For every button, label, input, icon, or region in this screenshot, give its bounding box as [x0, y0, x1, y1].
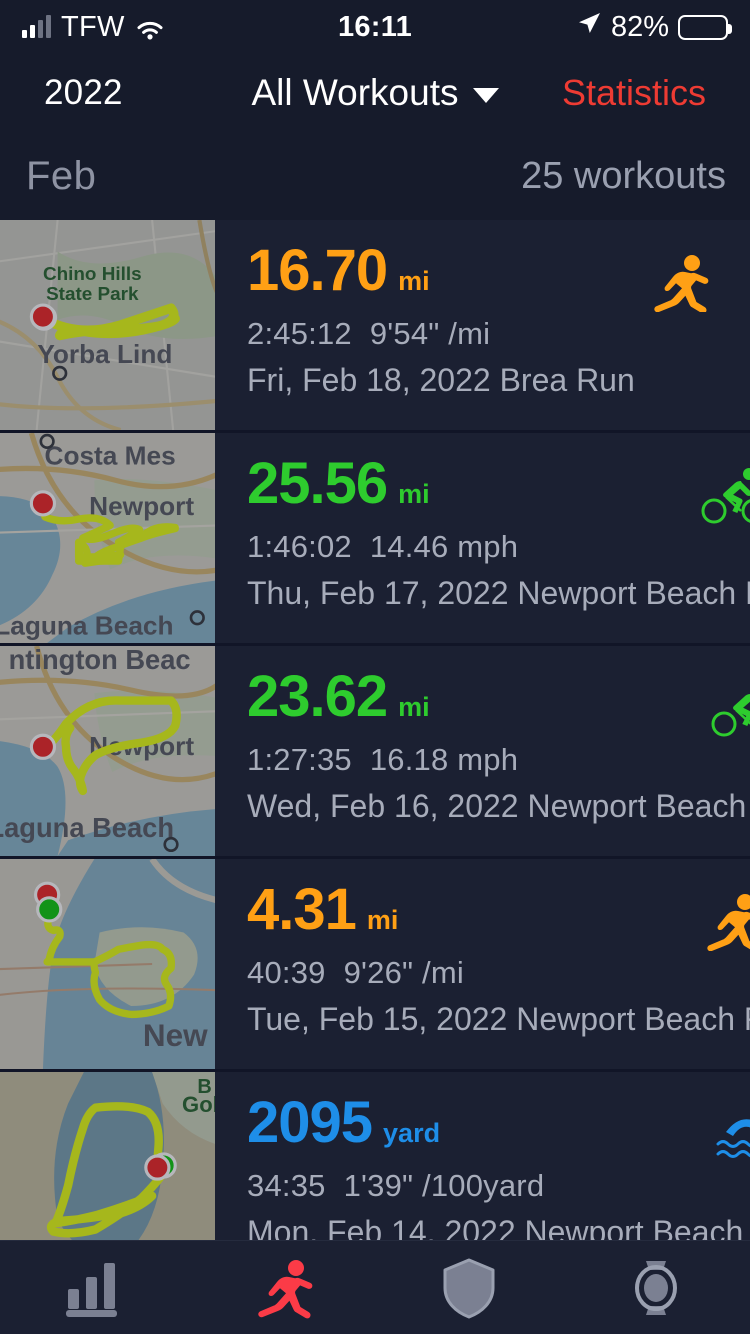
distance-value: 25.56	[247, 451, 388, 516]
duration-value: 1:46:02	[247, 529, 352, 564]
nav-title-label: All Workouts	[251, 72, 459, 113]
metrics-line: 34:35 1'39" /100yard	[247, 1168, 750, 1204]
duration-value: 1:27:35	[247, 742, 352, 777]
date-and-title-line: Mon, Feb 14, 2022 Newport Beach Op...	[247, 1214, 750, 1240]
workout-count-label: 25 workouts	[521, 154, 726, 197]
map-overlay-veil	[0, 859, 215, 1069]
map-overlay-veil	[0, 433, 215, 643]
month-label: Feb	[26, 153, 97, 198]
route-map-thumbnail[interactable]: ntington Beac Newport Laguna Beach	[0, 646, 215, 856]
route-map-thumbnail[interactable]: New	[0, 859, 215, 1069]
location-arrow-icon	[576, 10, 602, 44]
workout-date: Fri, Feb 18, 2022	[247, 362, 491, 398]
workout-details: 23.62 mi 1:27:35 16.18 mph Wed, Feb 16, 2…	[215, 646, 750, 856]
chevron-down-icon	[472, 88, 499, 103]
swimming-icon	[716, 1106, 750, 1164]
battery-icon	[678, 14, 732, 40]
month-section-header: Feb 25 workouts	[0, 132, 750, 220]
date-and-title-line: Tue, Feb 15, 2022 Newport Beach Run	[247, 1001, 750, 1038]
cellular-bars-icon	[22, 15, 51, 38]
metrics-line: 1:27:35 16.18 mph	[247, 742, 750, 778]
tab-workouts[interactable]	[188, 1241, 376, 1334]
map-overlay-veil	[0, 1072, 215, 1240]
bar-chart-icon	[62, 1257, 126, 1319]
tab-bar	[0, 1240, 750, 1334]
workout-date: Mon, Feb 14, 2022	[247, 1214, 516, 1240]
workout-details: 2095 yard 34:35 1'39" /100yard Mon, Feb 1…	[215, 1072, 750, 1240]
statistics-button[interactable]: Statistics	[562, 72, 706, 114]
workout-date: Thu, Feb 17, 2022	[247, 575, 509, 611]
running-icon	[248, 1257, 314, 1319]
date-and-title-line: Wed, Feb 16, 2022 Newport Beach Bike	[247, 788, 750, 825]
status-bar-left: TFW	[22, 11, 165, 44]
distance-value: 16.70	[247, 238, 388, 303]
cycling-icon	[701, 467, 750, 525]
distance-value: 23.62	[247, 664, 388, 729]
distance-value: 2095	[247, 1090, 373, 1155]
metrics-line: 1:46:02 14.46 mph	[247, 529, 750, 565]
distance-unit: yard	[383, 1118, 441, 1148]
workout-row[interactable]: Chino Hills State Park Yorba Lind 16.70 …	[0, 220, 750, 430]
workout-row[interactable]: ntington Beac Newport Laguna Beach 23.62…	[0, 646, 750, 856]
map-overlay-veil	[0, 646, 215, 856]
distance-unit: mi	[366, 905, 399, 935]
workout-date: Tue, Feb 15, 2022	[247, 1001, 508, 1037]
running-icon	[697, 893, 750, 952]
cycling-icon	[711, 680, 750, 738]
app-screen: TFW 16:11 82% 2022 All Workouts Statisti…	[0, 0, 750, 1334]
distance-line: 4.31 mi	[247, 881, 750, 939]
workout-title: Newport Beach Bike	[527, 788, 750, 824]
distance-line: 25.56 mi	[247, 455, 750, 513]
nav-bar: 2022 All Workouts Statistics	[0, 54, 750, 132]
date-and-title-line: Thu, Feb 17, 2022 Newport Beach Bike	[247, 575, 750, 612]
workout-row[interactable]: B Gol 2095 yard 34:351'39" /100yard Mon,	[0, 1072, 750, 1240]
distance-line: 23.62 mi	[247, 668, 750, 726]
pace-value: 16.18 mph	[369, 742, 519, 777]
workout-details: 25.56 mi 1:46:02 14.46 mph Thu, Feb 17, 2…	[215, 433, 750, 643]
pace-value: 9'54" /mi	[369, 316, 491, 351]
route-map-thumbnail[interactable]: Costa Mes Newport Laguna Beach	[0, 433, 215, 643]
distance-unit: mi	[398, 266, 430, 296]
workout-date: Wed, Feb 16, 2022	[247, 788, 519, 824]
wifi-icon	[135, 16, 165, 40]
date-and-title-line: Fri, Feb 18, 2022 Brea Run	[247, 362, 750, 399]
workout-row[interactable]: Costa Mes Newport Laguna Beach 25.56 mi	[0, 433, 750, 643]
metrics-line: 40:39 9'26" /mi	[247, 955, 750, 991]
workout-title: Newport Beach Run	[516, 1001, 750, 1037]
map-overlay-veil	[0, 220, 215, 430]
distance-line: 2095 yard	[247, 1094, 750, 1152]
duration-value: 34:35	[247, 1168, 326, 1203]
pace-value: 9'26" /mi	[343, 955, 464, 990]
route-map-thumbnail[interactable]: Chino Hills State Park Yorba Lind	[0, 220, 215, 430]
pace-value: 14.46 mph	[369, 529, 519, 564]
workout-details: 16.70 mi 2:45:12 9'54" /mi Fri, Feb 18, 2…	[215, 220, 750, 430]
workout-list[interactable]: Chino Hills State Park Yorba Lind 16.70 …	[0, 220, 750, 1240]
status-bar-right: 82%	[576, 10, 732, 44]
workout-details: 4.31 mi 40:39 9'26" /mi Tue, Feb 15, 2022…	[215, 859, 750, 1069]
workout-title: Newport Beach Bike	[517, 575, 750, 611]
distance-unit: mi	[398, 692, 430, 722]
status-bar: TFW 16:11 82%	[0, 0, 750, 54]
year-label[interactable]: 2022	[44, 73, 123, 113]
tab-statistics[interactable]	[0, 1241, 188, 1334]
watch-icon	[626, 1256, 686, 1320]
carrier-label: TFW	[61, 10, 125, 43]
shield-icon	[440, 1256, 498, 1320]
metrics-line: 2:45:12 9'54" /mi	[247, 316, 750, 352]
workout-title: Brea Run	[499, 362, 635, 398]
duration-value: 2:45:12	[247, 316, 352, 351]
route-map-thumbnail[interactable]: B Gol	[0, 1072, 215, 1240]
tab-health[interactable]	[375, 1241, 563, 1334]
distance-value: 4.31	[247, 877, 357, 942]
duration-value: 40:39	[247, 955, 326, 990]
battery-percent-label: 82%	[610, 10, 669, 43]
running-icon	[644, 254, 710, 314]
tab-device[interactable]	[563, 1241, 750, 1334]
distance-unit: mi	[398, 479, 430, 509]
workout-row[interactable]: New 4.31 mi 40:39 9'26" /mi Tue, Feb 15, …	[0, 859, 750, 1069]
workout-title: Newport Beach Op...	[524, 1214, 750, 1240]
pace-value: 1'39" /100yard	[343, 1168, 545, 1203]
